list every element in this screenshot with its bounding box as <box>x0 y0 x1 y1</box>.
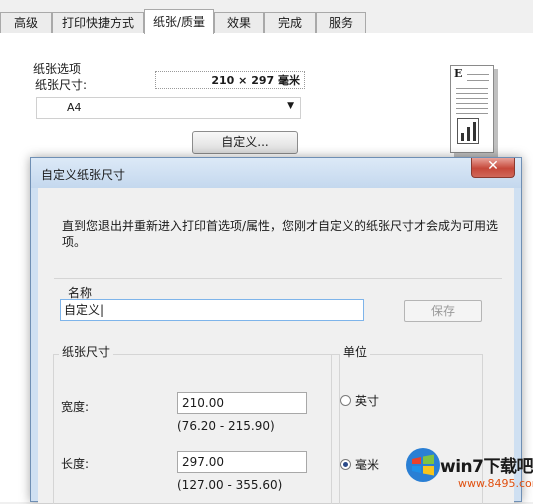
tab-paper-quality[interactable]: 纸张/质量 <box>144 9 214 34</box>
width-range: (76.20 - 215.90) <box>177 419 275 433</box>
windows-logo-icon <box>406 448 440 482</box>
tab-advanced[interactable]: 高级 <box>0 12 52 33</box>
dialog-titlebar[interactable]: 自定义纸张尺寸 ✕ <box>31 158 521 188</box>
notice-text: 直到您退出并重新进入打印首选项/属性，您刚才自定义的纸张尺寸才会成为可用选项。 <box>62 219 499 249</box>
custom-size-button[interactable]: 自定义... <box>192 131 298 154</box>
preview-text-line <box>456 113 488 114</box>
dialog-title: 自定义纸张尺寸 <box>41 168 126 182</box>
divider <box>54 278 502 279</box>
preview-text-line <box>456 88 488 89</box>
tab-bar: 高级 打印快捷方式 纸张/质量 效果 完成 服务 <box>0 9 533 34</box>
watermark-url: www.8495.com <box>458 477 533 490</box>
preview-text-line <box>456 93 488 94</box>
tab-effects[interactable]: 效果 <box>214 12 264 33</box>
length-range: (127.00 - 355.60) <box>177 478 283 492</box>
tab-finishing[interactable]: 完成 <box>264 12 316 33</box>
tab-print-shortcuts[interactable]: 打印快捷方式 <box>52 12 144 33</box>
paper-size-group-title: 纸张尺寸 <box>59 343 114 360</box>
preview-text-line <box>456 98 488 99</box>
save-button[interactable]: 保存 <box>404 300 482 322</box>
unit-mm-radio[interactable] <box>340 459 351 470</box>
length-label: 长度: <box>61 457 90 471</box>
length-input[interactable]: 297.00 <box>177 451 307 473</box>
unit-inch-label[interactable]: 英寸 <box>355 392 379 409</box>
unit-inch-radio[interactable] <box>340 395 351 406</box>
preview-text-line <box>456 108 488 109</box>
preview-text-line <box>467 74 489 75</box>
paper-options-title: 纸张选项 <box>33 62 82 76</box>
tab-services[interactable]: 服务 <box>316 12 366 33</box>
dropdown-arrow-icon: ▼ <box>287 101 294 111</box>
watermark-brand: win7下载吧 <box>440 457 533 477</box>
width-input[interactable]: 210.00 <box>177 392 307 414</box>
page-preview-icon: E <box>450 65 494 153</box>
preview-text-line <box>456 103 488 104</box>
close-icon: ✕ <box>487 158 499 174</box>
paper-size-label: 纸张尺寸: <box>35 78 88 92</box>
close-button[interactable]: ✕ <box>471 158 515 178</box>
width-label: 宽度: <box>61 400 90 414</box>
preview-letter: E <box>454 67 463 80</box>
preview-text-line <box>467 80 489 81</box>
unit-group-title: 单位 <box>340 343 371 360</box>
name-input[interactable]: 自定义| <box>60 299 364 321</box>
preview-chart-icon <box>457 118 479 144</box>
unit-mm-label[interactable]: 毫米 <box>355 456 379 473</box>
paper-size-selected: A4 <box>67 101 82 114</box>
watermark: win7下载吧 www.8495.com <box>400 444 533 502</box>
paper-size-value: 210 × 297 毫米 <box>155 71 305 89</box>
paper-size-select[interactable]: A4 ▼ <box>36 97 301 119</box>
